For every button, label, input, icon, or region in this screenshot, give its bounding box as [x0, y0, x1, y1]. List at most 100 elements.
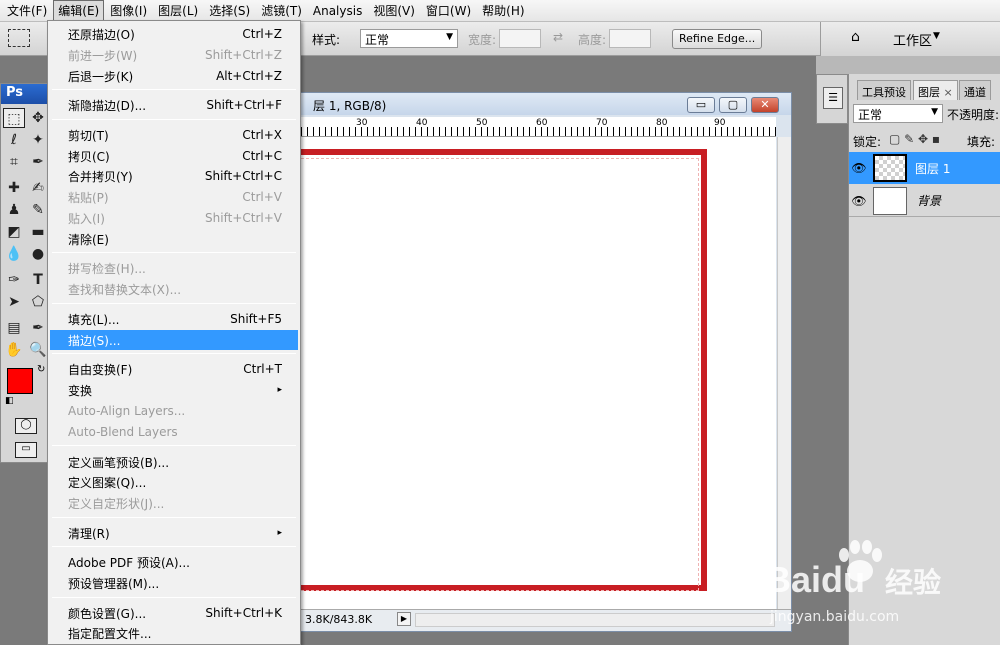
- menu-separator: [52, 353, 296, 354]
- menu-item-fade[interactable]: 渐隐描边(D)... Shift+Ctrl+F: [50, 95, 298, 115]
- gradient-icon[interactable]: ▬: [27, 222, 49, 242]
- document-title-bar[interactable]: 层 1, RGB/8): [301, 93, 791, 115]
- swap-icon[interactable]: ⇄: [553, 30, 563, 44]
- quick-mask-icon[interactable]: ◯: [15, 418, 37, 434]
- menu-analysis[interactable]: Analysis: [308, 2, 367, 20]
- menu-item-preset-manager[interactable]: 预设管理器(M)...: [50, 573, 298, 593]
- menu-item-auto-blend: Auto-Blend Layers: [68, 425, 178, 439]
- menu-item-auto-align: Auto-Align Layers...: [68, 404, 186, 418]
- width-input[interactable]: [499, 29, 541, 48]
- pen-tool-icon[interactable]: ✑: [3, 270, 25, 290]
- workspace-button[interactable]: 工作区: [893, 30, 932, 49]
- menu-item-free-transform[interactable]: 自由变换(F) Ctrl+T: [50, 359, 298, 379]
- menu-layer[interactable]: 图层(L): [153, 0, 203, 21]
- menu-item-step-backward[interactable]: 后退一步(K) Alt+Ctrl+Z: [50, 66, 298, 86]
- lock-icons[interactable]: ▢ ✎ ✥ ▪: [889, 132, 940, 146]
- zoom-tool-icon[interactable]: 🔍: [27, 340, 49, 360]
- lasso-tool-icon[interactable]: ℓ: [3, 130, 25, 150]
- menu-item-clear[interactable]: 清除(E): [50, 229, 298, 249]
- tab-layers[interactable]: 图层 ×: [913, 80, 958, 100]
- menu-filter[interactable]: 滤镜(T): [256, 0, 307, 21]
- menu-separator: [52, 517, 296, 518]
- menu-separator: [52, 119, 296, 120]
- tab-channels[interactable]: 通道: [959, 80, 991, 100]
- menu-help[interactable]: 帮助(H): [477, 0, 529, 21]
- eyedropper-icon[interactable]: ✒: [27, 152, 49, 172]
- ruler-number: 30: [356, 118, 368, 128]
- menu-item-define-brush[interactable]: 定义画笔预设(B)...: [50, 452, 298, 472]
- tab-layers-label: 图层: [918, 86, 940, 99]
- move-tool-icon[interactable]: ✥: [27, 108, 49, 128]
- panel-toggle-icon[interactable]: ☰: [823, 87, 843, 109]
- eye-icon[interactable]: 👁: [849, 161, 869, 175]
- menu-item-find-replace: 查找和替换文本(X)...: [68, 282, 182, 297]
- menu-select[interactable]: 选择(S): [204, 0, 255, 21]
- layer-row-background[interactable]: 👁 背景: [849, 185, 1000, 217]
- menu-item-fill[interactable]: 填充(L)... Shift+F5: [50, 309, 298, 329]
- menu-item-pdf-presets[interactable]: Adobe PDF 预设(A)...: [50, 552, 298, 572]
- horizontal-scrollbar[interactable]: [415, 613, 775, 627]
- document-status-bar: 3.8K/843.8K ▶: [301, 609, 791, 631]
- menu-item-color-settings[interactable]: 颜色设置(G)... Shift+Ctrl+K: [50, 603, 298, 623]
- marquee-tool-preset-icon[interactable]: [8, 29, 30, 47]
- menu-item-copy[interactable]: 拷贝(C) Ctrl+C: [50, 146, 298, 166]
- style-select[interactable]: 正常 ▼: [360, 29, 458, 48]
- maximize-button[interactable]: ▢: [719, 97, 747, 113]
- dodge-tool-icon[interactable]: ●: [27, 244, 49, 264]
- menu-item-stroke[interactable]: 描边(S)...: [50, 330, 298, 350]
- opacity-label: 不透明度:: [947, 108, 1000, 122]
- hand-tool-icon[interactable]: ✋: [3, 340, 25, 360]
- blur-tool-icon[interactable]: 💧: [3, 244, 25, 264]
- shape-tool-icon[interactable]: ⬠: [27, 292, 49, 312]
- menu-separator: [52, 303, 296, 304]
- swap-colors-icon[interactable]: ↻: [37, 364, 45, 375]
- tab-tool-presets[interactable]: 工具预设: [857, 80, 911, 100]
- fill-label: 填充:: [967, 135, 996, 149]
- eye-icon[interactable]: 👁: [849, 194, 869, 208]
- marquee-tool-icon[interactable]: ⬚: [3, 108, 25, 128]
- menu-item-transform[interactable]: 变换 ▸: [50, 380, 298, 400]
- status-arrow-icon[interactable]: ▶: [397, 612, 411, 626]
- blend-mode-select[interactable]: 正常 ▼: [853, 104, 943, 123]
- menu-window[interactable]: 窗口(W): [421, 0, 476, 21]
- style-select-value: 正常: [365, 33, 390, 47]
- menu-item-copy-merged[interactable]: 合并拷贝(Y) Shift+Ctrl+C: [50, 166, 298, 186]
- workspace-icon[interactable]: ⌂: [851, 29, 860, 45]
- vertical-scrollbar[interactable]: [777, 137, 791, 609]
- menu-item-cut[interactable]: 剪切(T) Ctrl+X: [50, 125, 298, 145]
- notes-tool-icon[interactable]: ▤: [3, 318, 25, 338]
- minimize-button[interactable]: ▭: [687, 97, 715, 113]
- canvas[interactable]: [301, 137, 776, 609]
- menu-item-define-pattern[interactable]: 定义图案(Q)...: [50, 472, 298, 492]
- menu-file[interactable]: 文件(F): [2, 0, 52, 21]
- menu-image[interactable]: 图像(I): [105, 0, 152, 21]
- menu-view[interactable]: 视图(V): [368, 0, 420, 21]
- screen-mode-icon[interactable]: ▭: [15, 442, 37, 458]
- menu-item-assign-profile[interactable]: 指定配置文件...: [50, 623, 298, 643]
- layer-row-1[interactable]: 👁 图层 1: [849, 152, 1000, 184]
- path-select-icon[interactable]: ➤: [3, 292, 25, 312]
- close-button[interactable]: ✕: [751, 97, 779, 113]
- history-brush-icon[interactable]: ✎: [27, 200, 49, 220]
- close-icon[interactable]: ×: [944, 86, 953, 99]
- healing-brush-icon[interactable]: ✚: [3, 178, 25, 198]
- menu-separator: [52, 546, 296, 547]
- brush-tool-icon[interactable]: ✍: [27, 178, 49, 198]
- eyedropper-2-icon[interactable]: ✒: [27, 318, 49, 338]
- menu-edit[interactable]: 编辑(E): [53, 0, 105, 21]
- crop-tool-icon[interactable]: ⌗: [3, 152, 25, 172]
- clone-stamp-icon[interactable]: ♟: [3, 200, 25, 220]
- width-label: 宽度:: [468, 33, 497, 47]
- type-tool-icon[interactable]: T: [27, 270, 49, 290]
- menu-item-undo-stroke[interactable]: 还原描边(O) Ctrl+Z: [50, 24, 298, 44]
- chevron-down-icon: ▼: [931, 107, 938, 117]
- menu-item-purge[interactable]: 清理(R) ▸: [50, 523, 298, 543]
- magic-wand-icon[interactable]: ✦: [27, 130, 49, 150]
- ruler-number: 70: [596, 118, 608, 128]
- eraser-icon[interactable]: ◩: [3, 222, 25, 242]
- document-title: 层 1, RGB/8): [313, 99, 387, 113]
- height-input[interactable]: [609, 29, 651, 48]
- default-colors-icon[interactable]: ◧: [5, 396, 14, 406]
- refine-edge-button[interactable]: Refine Edge...: [672, 29, 763, 49]
- foreground-color-swatch[interactable]: [7, 368, 33, 394]
